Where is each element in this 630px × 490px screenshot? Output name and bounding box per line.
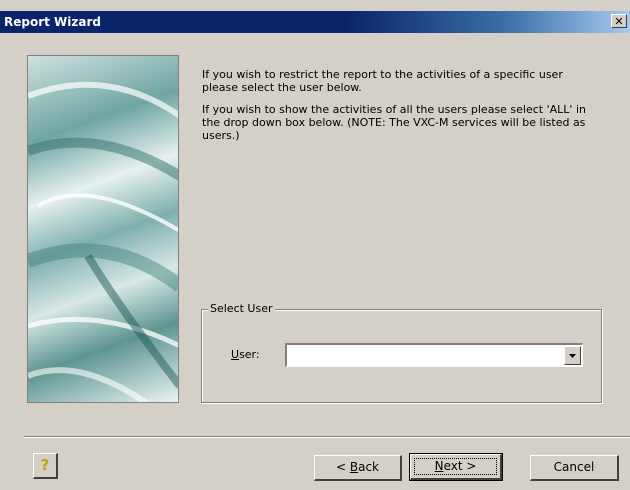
back-button[interactable]: < Back [314, 455, 402, 481]
instructions-text: If you wish to restrict the report to th… [202, 68, 602, 151]
help-button[interactable]: ? [33, 453, 58, 479]
user-label-rest: ser: [239, 348, 260, 361]
title-bar[interactable]: Report Wizard ✕ [0, 11, 630, 33]
report-wizard-window: Report Wizard ✕ If you wish to restrict … [0, 0, 630, 490]
cancel-button[interactable]: Cancel [530, 455, 619, 481]
select-user-groupbox: Select User User: [201, 302, 602, 403]
user-label: User: [231, 348, 260, 361]
wizard-side-image [27, 55, 179, 403]
back-button-prefix: < [335, 460, 350, 474]
select-user-group-label: Select User [208, 302, 275, 315]
close-icon: ✕ [614, 15, 624, 28]
next-button-focus-rect [414, 458, 497, 475]
instruction-paragraph-1: If you wish to restrict the report to th… [202, 68, 563, 94]
footer-separator [24, 436, 630, 438]
window-title: Report Wizard [4, 15, 101, 29]
abstract-curves-graphic [28, 81, 178, 402]
next-button[interactable]: Next > [409, 453, 503, 481]
chevron-down-icon [569, 354, 576, 358]
back-button-accelerator: B [349, 460, 359, 474]
user-dropdown-button[interactable] [564, 346, 581, 365]
instruction-paragraph-2: If you wish to show the activities of al… [202, 103, 586, 142]
user-label-accelerator: U [231, 348, 240, 361]
user-dropdown[interactable] [285, 343, 583, 367]
close-button[interactable]: ✕ [611, 14, 627, 28]
help-icon: ? [40, 456, 50, 474]
cancel-button-label: Cancel [553, 460, 595, 474]
back-button-rest: ack [358, 460, 379, 474]
